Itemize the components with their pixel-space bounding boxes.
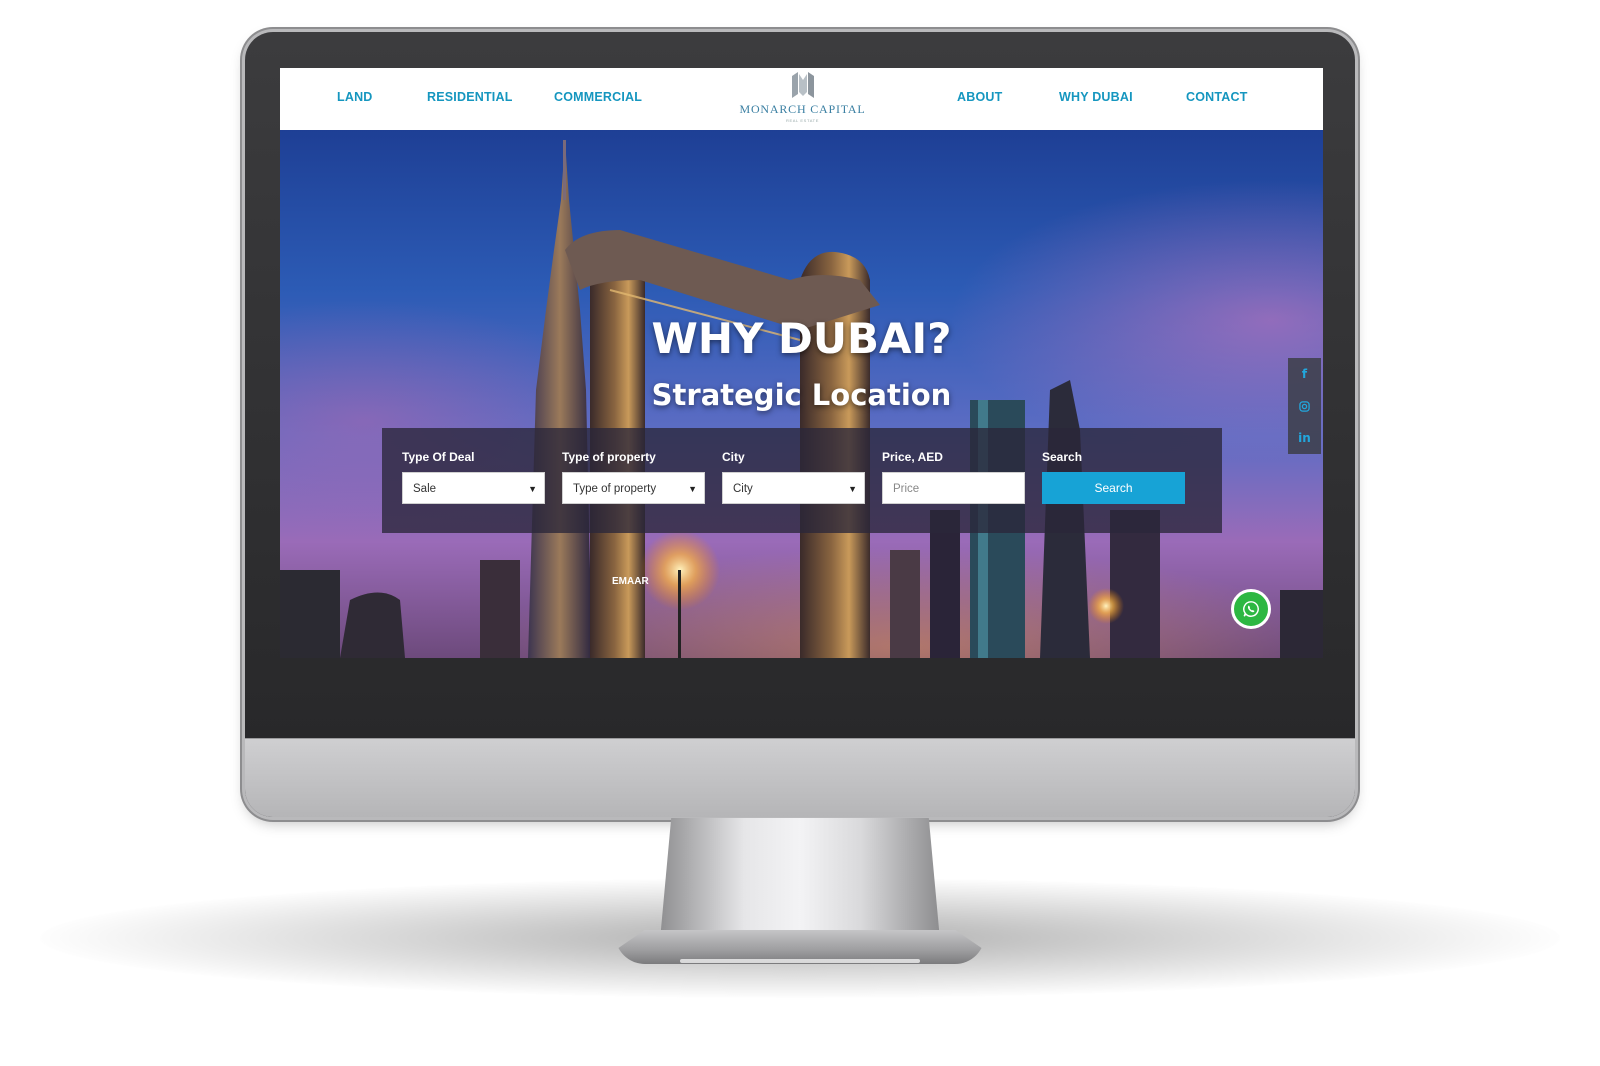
whatsapp-chat-button[interactable] <box>1231 589 1271 629</box>
search-field: Search Search <box>1042 450 1185 504</box>
logo-tagline: REAL ESTATE <box>786 118 819 123</box>
city-select[interactable]: City ▼ <box>722 472 865 504</box>
city-field: City City ▼ <box>722 450 865 504</box>
chevron-down-icon: ▼ <box>528 484 537 494</box>
monitor-chin <box>245 738 1355 817</box>
hero-subtitle: Strategic Location <box>651 378 952 412</box>
whatsapp-icon <box>1243 600 1259 617</box>
deal-type-label: Type Of Deal <box>402 450 475 464</box>
hero-title: WHY DUBAI? <box>651 314 952 363</box>
deal-type-value: Sale <box>413 483 437 495</box>
city-value: City <box>733 483 753 495</box>
property-type-value: Type of property <box>573 483 657 495</box>
site-logo[interactable]: MONARCH CAPITAL REAL ESTATE <box>735 70 870 128</box>
chevron-down-icon: ▼ <box>848 484 857 494</box>
property-type-select[interactable]: Type of property ▼ <box>562 472 705 504</box>
website-screen: LAND RESIDENTIAL COMMERCIAL MONARCH CAPI… <box>280 68 1323 658</box>
nav-commercial[interactable]: COMMERCIAL <box>554 90 642 104</box>
deal-type-field: Type Of Deal Sale ▼ <box>402 450 545 504</box>
deal-type-select[interactable]: Sale ▼ <box>402 472 545 504</box>
nav-why-dubai[interactable]: WHY DUBAI <box>1059 90 1133 104</box>
price-input[interactable]: Price <box>882 472 1025 504</box>
property-search-panel: Type Of Deal Sale ▼ Type of property Typ… <box>382 428 1222 533</box>
logo-mark-icon <box>791 72 814 98</box>
chevron-down-icon: ▼ <box>688 484 697 494</box>
property-type-field: Type of property Type of property ▼ <box>562 450 705 504</box>
monitor-base-highlight <box>680 959 920 963</box>
search-button[interactable]: Search <box>1042 472 1185 504</box>
nav-land[interactable]: LAND <box>337 90 373 104</box>
property-type-label: Type of property <box>562 450 656 464</box>
nav-residential[interactable]: RESIDENTIAL <box>427 90 513 104</box>
search-label: Search <box>1042 450 1083 464</box>
price-label: Price, AED <box>882 450 943 464</box>
emaar-sign: EMAAR <box>612 576 649 587</box>
nav-contact[interactable]: CONTACT <box>1186 90 1248 104</box>
hero-banner: EMAAR WHY DUBAI? Strategic Location Type… <box>280 130 1323 658</box>
monitor-stand <box>660 818 940 940</box>
city-label: City <box>722 450 745 464</box>
logo-name: MONARCH CAPITAL <box>739 102 866 116</box>
top-navbar: LAND RESIDENTIAL COMMERCIAL MONARCH CAPI… <box>280 68 1323 130</box>
nav-about[interactable]: ABOUT <box>957 90 1002 104</box>
linkedin-icon[interactable]: in <box>1288 422 1321 454</box>
price-field: Price, AED Price <box>882 450 1025 504</box>
instagram-icon[interactable] <box>1288 390 1321 422</box>
facebook-icon[interactable]: f <box>1288 358 1321 390</box>
social-sidebar: f in <box>1288 358 1321 454</box>
